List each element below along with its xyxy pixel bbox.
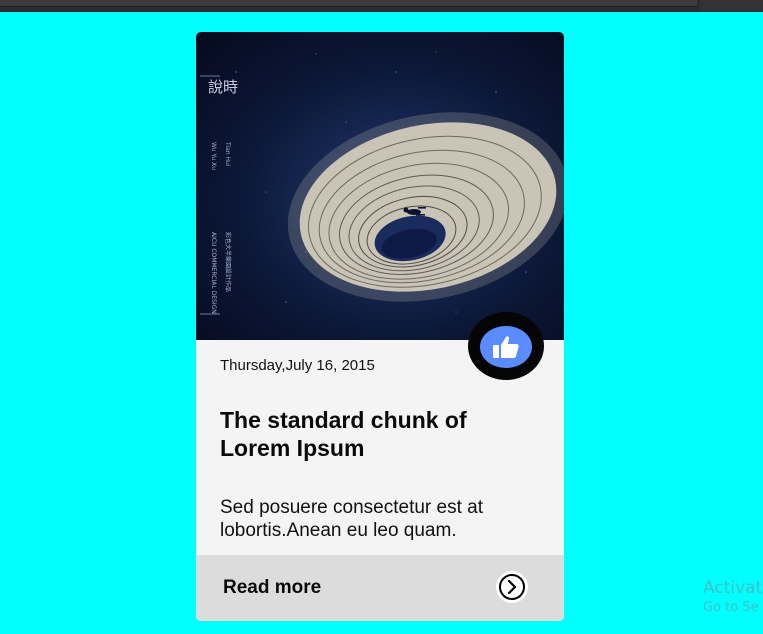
- hero-image: 說時 Wu Yu Xu Tian Hui AICU COMMERCIAL DES…: [196, 32, 564, 340]
- hero-side-text-2: Tian Hui: [224, 141, 231, 167]
- hero-cjk-title: 說時: [208, 78, 238, 96]
- post-description: Sed posuere consectetur est at lobortis.…: [220, 497, 483, 541]
- read-more-arrow-button[interactable]: [496, 571, 528, 603]
- activation-watermark: Activat Go to Se: [703, 578, 762, 615]
- watermark-line-1: Activat: [703, 578, 763, 598]
- watermark-line-2: Go to Se: [703, 600, 759, 615]
- browser-top-bar: [0, 0, 763, 12]
- chevron-right-circle-icon: [499, 574, 525, 600]
- like-button[interactable]: [480, 326, 532, 368]
- horizontal-scrollbar[interactable]: [0, 0, 697, 7]
- read-more-link[interactable]: Read more: [223, 577, 321, 599]
- blog-card: 說時 Wu Yu Xu Tian Hui AICU COMMERCIAL DES…: [196, 32, 564, 621]
- thumbs-up-icon: [493, 336, 519, 358]
- hero-side-text-3: AICU COMMERCIAL DESIGN: [210, 232, 217, 314]
- hero-artwork: 說時 Wu Yu Xu Tian Hui AICU COMMERCIAL DES…: [200, 51, 564, 315]
- post-date: Thursday,July 16, 2015: [220, 357, 375, 374]
- hero-side-text-1: Wu Yu Xu: [210, 142, 217, 170]
- post-title: The standard chunk of Lorem Ipsum: [220, 407, 467, 461]
- hero-side-text-4: 彩色大半樂園設計作品: [224, 232, 232, 292]
- top-bar-right-segment: [700, 0, 763, 12]
- card-footer: Read more: [196, 555, 564, 621]
